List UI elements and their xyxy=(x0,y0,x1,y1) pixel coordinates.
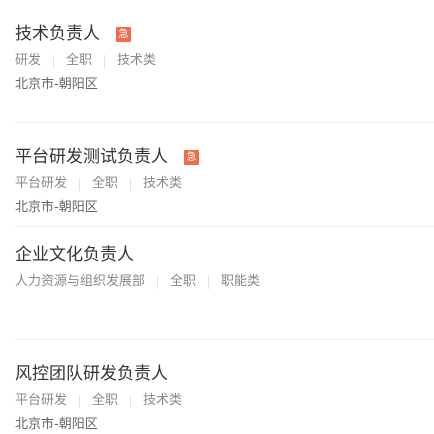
job-title[interactable]: 技术负责人 xyxy=(15,22,100,46)
list-divider xyxy=(15,122,434,123)
urgent-badge: 急 xyxy=(184,149,199,165)
job-card[interactable]: 企业文化负责人 人力资源与组织发展部 全职 职能类 xyxy=(15,243,420,291)
job-title[interactable]: 风控团队研发负责人 xyxy=(15,362,168,386)
job-department: 人力资源与组织发展部 xyxy=(15,274,146,289)
job-location: 北京市-朝阳区 xyxy=(15,417,98,432)
job-category: 技术类 xyxy=(143,176,183,191)
job-category: 技术类 xyxy=(143,393,183,408)
job-type: 全职 xyxy=(92,393,119,408)
job-title-row: 企业文化负责人 xyxy=(15,243,420,267)
job-list: 技术负责人 急 研发 全职 技术类 北京市-朝阳区 平台研发测试负责人 急 平台… xyxy=(0,0,434,434)
job-tags: 平台研发 全职 技术类 xyxy=(15,175,420,193)
job-location: 北京市-朝阳区 xyxy=(15,77,98,92)
job-department: 研发 xyxy=(15,53,42,68)
job-category: 技术类 xyxy=(117,53,157,68)
tag-separator xyxy=(157,275,159,289)
job-tags: 平台研发 全职 技术类 xyxy=(15,392,420,410)
job-title[interactable]: 平台研发测试负责人 xyxy=(15,145,168,169)
job-type: 全职 xyxy=(170,274,197,289)
urgent-badge: 急 xyxy=(116,26,131,42)
job-department: 平台研发 xyxy=(15,393,68,408)
tag-separator xyxy=(130,394,132,408)
job-location: 北京市-朝阳区 xyxy=(15,200,98,215)
job-department: 平台研发 xyxy=(15,176,68,191)
job-tags: 研发 全职 技术类 xyxy=(15,52,420,70)
job-card[interactable]: 风控团队研发负责人 平台研发 全职 技术类 北京市-朝阳区 xyxy=(15,362,420,434)
job-type: 全职 xyxy=(92,176,119,191)
job-title-row: 技术负责人 急 xyxy=(15,22,420,46)
job-category: 职能类 xyxy=(221,274,261,289)
job-tags: 人力资源与组织发展部 全职 职能类 xyxy=(15,273,420,291)
list-divider xyxy=(15,339,434,340)
tag-separator xyxy=(79,177,81,191)
job-card[interactable]: 平台研发测试负责人 急 平台研发 全职 技术类 北京市-朝阳区 xyxy=(15,145,420,217)
tag-separator xyxy=(208,275,210,289)
tag-separator xyxy=(79,394,81,408)
job-title-row: 平台研发测试负责人 急 xyxy=(15,145,420,169)
tag-separator xyxy=(130,177,132,191)
job-type: 全职 xyxy=(66,53,93,68)
job-title-row: 风控团队研发负责人 xyxy=(15,362,420,386)
tag-separator xyxy=(53,54,55,68)
job-title[interactable]: 企业文化负责人 xyxy=(15,243,134,267)
tag-separator xyxy=(104,54,106,68)
list-divider xyxy=(15,226,434,227)
job-card[interactable]: 技术负责人 急 研发 全职 技术类 北京市-朝阳区 xyxy=(15,22,420,94)
